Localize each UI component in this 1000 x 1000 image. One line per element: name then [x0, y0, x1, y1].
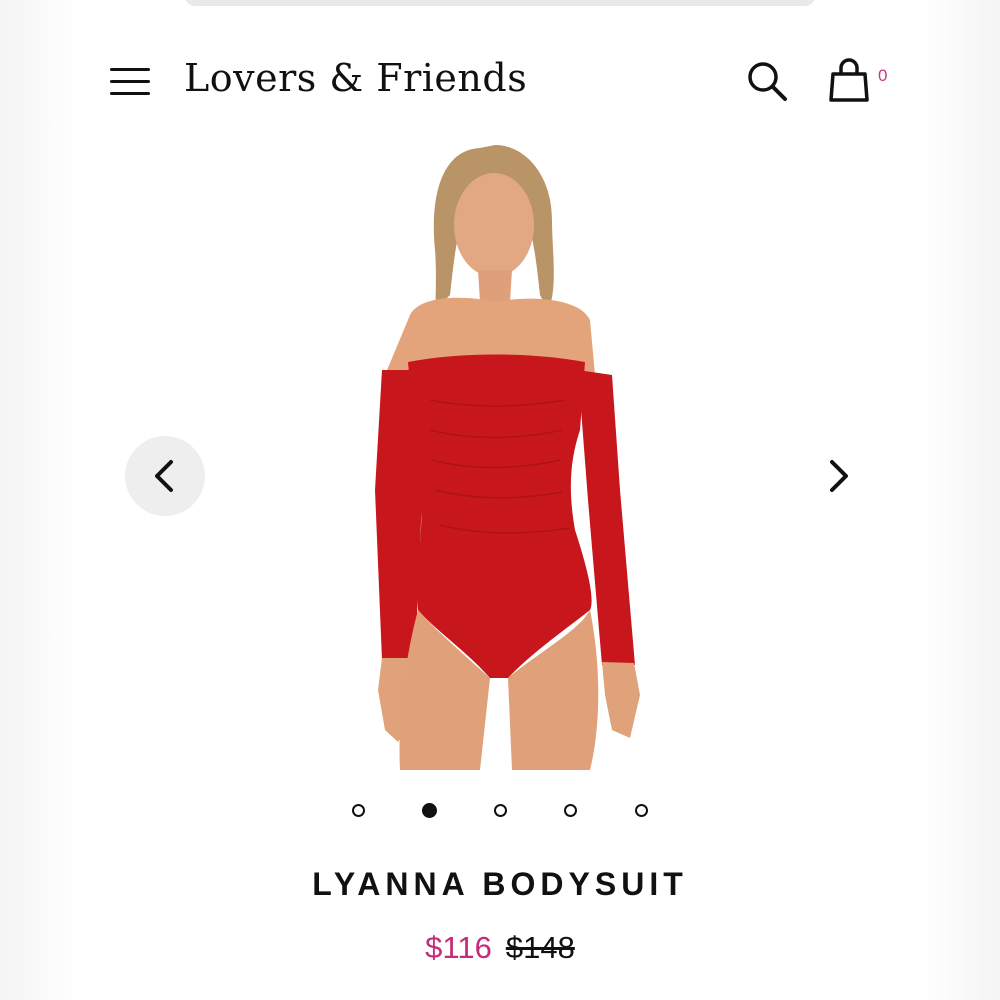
product-title: LYANNA BODYSUIT [312, 866, 688, 902]
cart-count-badge: 0 [878, 66, 888, 85]
search-icon[interactable] [744, 58, 790, 104]
shopping-bag-icon[interactable] [826, 56, 872, 106]
carousel-prev-button[interactable] [125, 436, 205, 516]
sale-price: $116 [425, 930, 492, 965]
chevron-left-icon [155, 460, 173, 492]
carousel-dot-5[interactable] [635, 804, 648, 817]
carousel-dot-4[interactable] [564, 804, 577, 817]
hamburger-icon[interactable] [106, 64, 154, 100]
carousel-dot-1[interactable] [352, 804, 365, 817]
carousel-pagination [340, 800, 660, 824]
carousel-dot-3[interactable] [494, 804, 507, 817]
chevron-right-icon [830, 460, 848, 492]
original-price: $148 [505, 930, 575, 965]
left-edge-shade [0, 0, 80, 1000]
right-edge-shade [920, 0, 1000, 1000]
site-header: Lovers & Friends 0 [0, 50, 1000, 110]
carousel-dot-2[interactable] [422, 803, 437, 818]
url-bar-remnant [185, 0, 815, 6]
carousel-next-button[interactable] [800, 436, 880, 516]
product-image[interactable] [290, 130, 710, 770]
brand-logo[interactable]: Lovers & Friends [184, 56, 527, 100]
price-row: $116 $148 [0, 930, 1000, 966]
